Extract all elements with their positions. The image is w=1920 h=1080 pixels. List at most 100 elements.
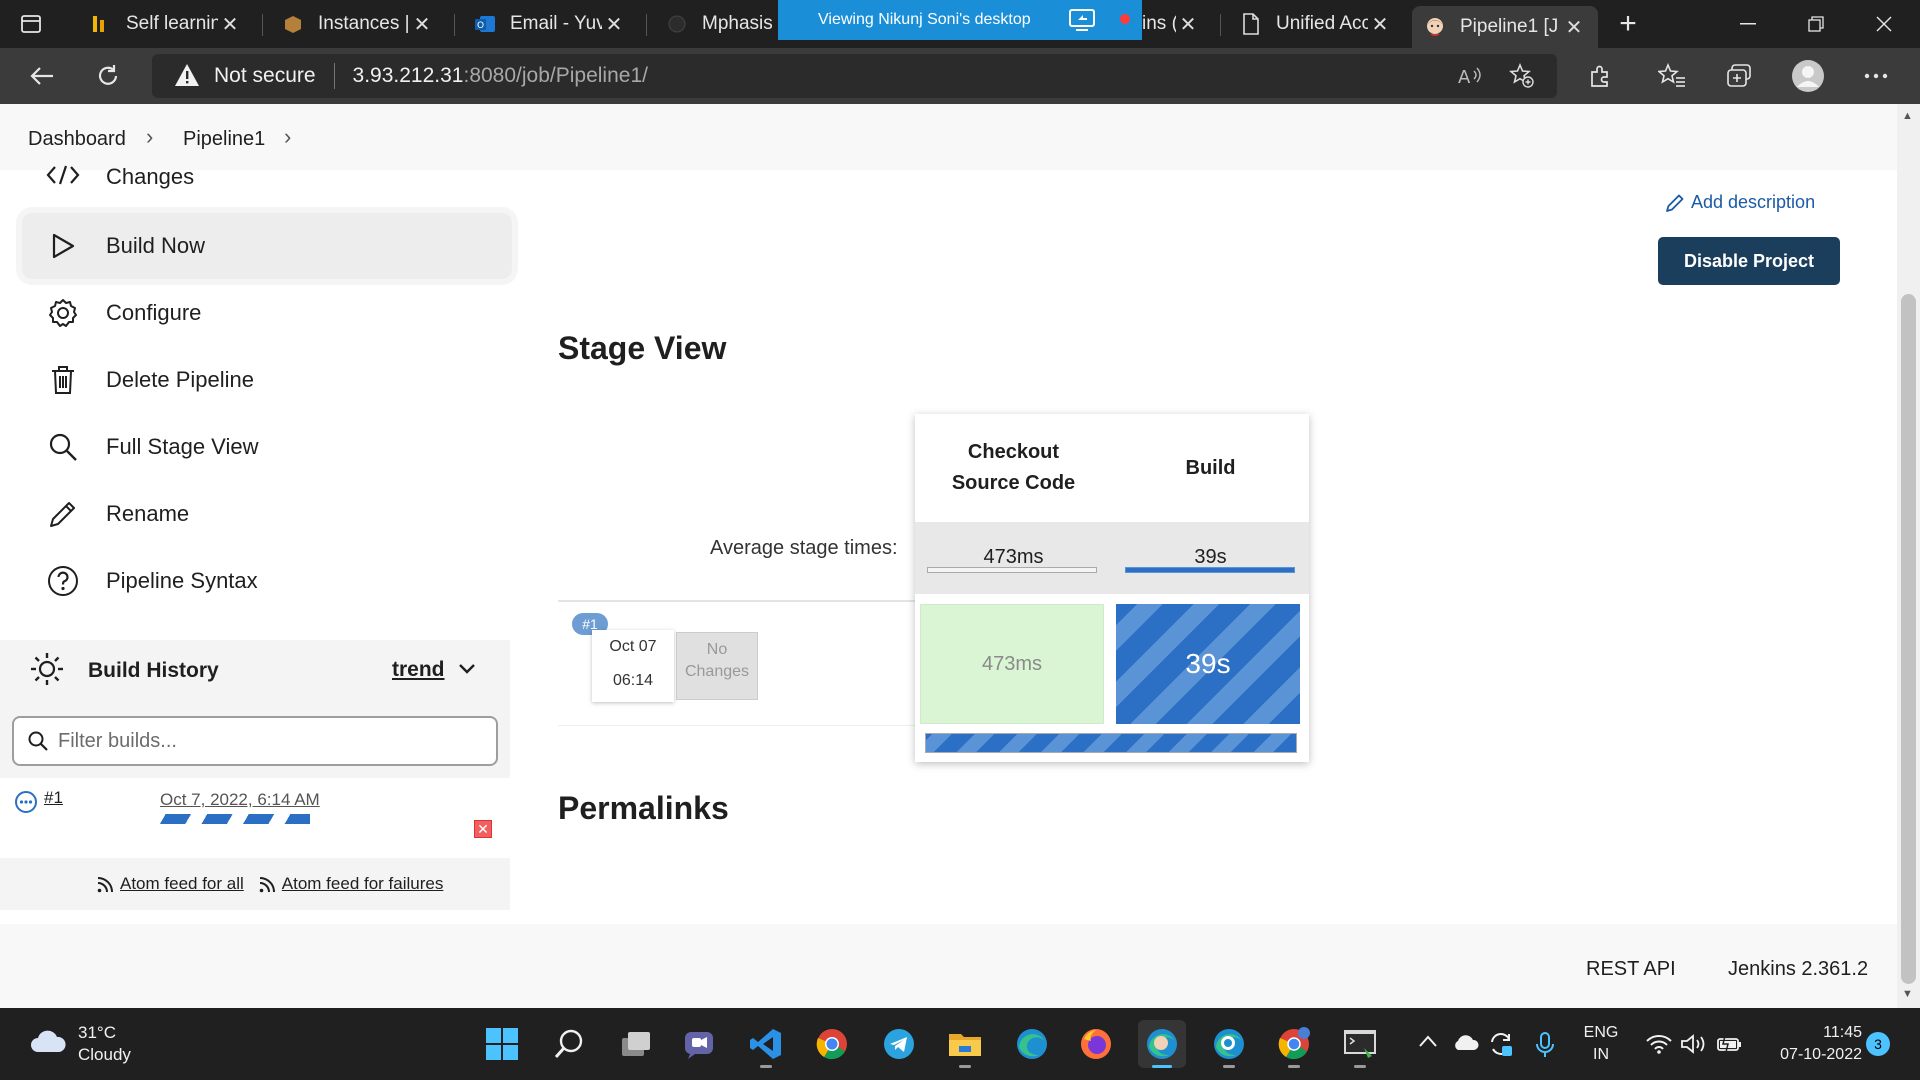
atom-feed-failures-link[interactable]: Atom feed for failures bbox=[282, 874, 444, 894]
chrome-icon[interactable] bbox=[808, 1020, 856, 1068]
jenkins-icon bbox=[1424, 16, 1446, 38]
build-progress-bar bbox=[160, 814, 310, 824]
tab-title: Instances | E bbox=[318, 13, 410, 34]
code-icon bbox=[46, 164, 80, 186]
stage-cell-running[interactable]: 39s bbox=[1116, 604, 1300, 724]
wifi-icon[interactable] bbox=[1646, 1034, 1672, 1059]
file-explorer-icon[interactable] bbox=[941, 1020, 989, 1068]
address-divider bbox=[333, 63, 335, 89]
notification-badge[interactable]: 3 bbox=[1866, 1032, 1890, 1056]
sidebar-item-full-stage-view[interactable]: Full Stage View bbox=[22, 414, 512, 480]
read-aloud-icon[interactable]: A bbox=[1448, 54, 1492, 98]
stage-header-build[interactable]: Build bbox=[1112, 414, 1309, 522]
sidebar-item-build-now[interactable]: Build Now bbox=[22, 213, 512, 279]
warning-icon[interactable] bbox=[174, 63, 200, 89]
sidebar-item-label: Full Stage View bbox=[106, 434, 259, 459]
scroll-down-icon[interactable]: ▼ bbox=[1902, 988, 1913, 1000]
add-description-link[interactable]: Add description bbox=[1665, 192, 1815, 213]
remote-desktop-icon[interactable] bbox=[1336, 1020, 1384, 1068]
edge-icon-active[interactable] bbox=[1138, 1020, 1186, 1068]
stage-header-checkout[interactable]: Checkout Source Code bbox=[915, 414, 1112, 522]
sync-icon[interactable] bbox=[1488, 1032, 1514, 1061]
build-history-row[interactable]: #1 Oct 7, 2022, 6:14 AM ✕ bbox=[0, 778, 510, 858]
volume-icon[interactable] bbox=[1680, 1034, 1708, 1059]
favorites-icon[interactable] bbox=[1652, 56, 1692, 96]
scrollbar-thumb[interactable] bbox=[1901, 294, 1916, 984]
new-tab-button[interactable]: + bbox=[1610, 7, 1646, 40]
weather-widget[interactable]: 31°C Cloudy bbox=[28, 1022, 131, 1066]
sidebar-item-delete-pipeline[interactable]: Delete Pipeline bbox=[22, 347, 512, 413]
stage-avg-bar bbox=[927, 567, 1097, 573]
clock[interactable]: 11:45 07-10-2022 bbox=[1752, 1022, 1862, 1066]
scroll-up-icon[interactable]: ▲ bbox=[1902, 110, 1913, 122]
firefox-icon[interactable] bbox=[1072, 1020, 1120, 1068]
task-view-button[interactable] bbox=[612, 1020, 660, 1068]
close-icon[interactable]: ✕ bbox=[1562, 15, 1586, 40]
refresh-button[interactable] bbox=[88, 56, 128, 96]
jenkins-version-link[interactable]: Jenkins 2.361.2 bbox=[1728, 958, 1868, 981]
close-icon[interactable]: ✕ bbox=[1176, 12, 1200, 37]
sidebar-item-rename[interactable]: Rename bbox=[22, 481, 512, 547]
add-favorite-icon[interactable] bbox=[1500, 54, 1544, 98]
vscode-icon[interactable] bbox=[742, 1020, 790, 1068]
browser-tab[interactable]: Instances | E ✕ bbox=[270, 6, 446, 42]
sidebar-item-pipeline-syntax[interactable]: Pipeline Syntax bbox=[22, 548, 512, 614]
close-window-button[interactable] bbox=[1852, 0, 1916, 48]
minimize-button[interactable] bbox=[1716, 0, 1780, 48]
microphone-icon[interactable] bbox=[1535, 1032, 1555, 1063]
browser-tab-active[interactable]: Pipeline1 [J ✕ bbox=[1412, 6, 1598, 48]
collections-icon[interactable] bbox=[1720, 56, 1760, 96]
stage-name-line1: Checkout bbox=[967, 441, 1060, 463]
edge-beta-icon[interactable] bbox=[1205, 1020, 1253, 1068]
extensions-icon[interactable] bbox=[1580, 56, 1620, 96]
chevron-down-icon[interactable] bbox=[458, 662, 476, 680]
browser-tab[interactable]: O Email - Yuva ✕ bbox=[462, 6, 638, 42]
browser-tab[interactable]: Mphasis- bbox=[654, 6, 784, 42]
chevron-up-icon[interactable] bbox=[1418, 1034, 1438, 1053]
security-status[interactable]: Not secure bbox=[214, 64, 316, 88]
trend-link[interactable]: trend bbox=[392, 658, 445, 682]
browser-tab[interactable]: ins ( ✕ bbox=[1142, 6, 1212, 42]
tab-title: Unified Acc bbox=[1276, 13, 1368, 34]
page-footer: REST API Jenkins 2.361.2 bbox=[0, 924, 1897, 1008]
teams-chat-icon[interactable] bbox=[675, 1020, 723, 1068]
rss-icon bbox=[258, 874, 278, 894]
build-date-link[interactable]: Oct 7, 2022, 6:14 AM bbox=[160, 790, 320, 810]
search-icon bbox=[28, 731, 48, 751]
stage-cell-success[interactable]: 473ms bbox=[920, 604, 1104, 724]
battery-icon[interactable] bbox=[1716, 1034, 1744, 1059]
screen-share-banner[interactable]: Viewing Nikunj Soni's desktop bbox=[778, 0, 1142, 40]
browser-tab[interactable]: Unified Acc ✕ bbox=[1228, 6, 1404, 42]
vertical-scrollbar[interactable]: ▲ ▼ bbox=[1897, 104, 1920, 1008]
search-button[interactable] bbox=[545, 1020, 593, 1068]
telegram-icon[interactable] bbox=[875, 1020, 923, 1068]
build-date-box[interactable]: Oct 07 06:14 bbox=[592, 630, 674, 702]
more-menu-icon[interactable] bbox=[1856, 56, 1896, 96]
address-bar[interactable]: Not secure 3.93.212.31 :8080/job/Pipelin… bbox=[152, 54, 1557, 98]
abort-build-icon[interactable]: ✕ bbox=[474, 820, 492, 838]
close-icon[interactable]: ✕ bbox=[1368, 12, 1392, 37]
chrome-profile-icon[interactable] bbox=[1270, 1020, 1318, 1068]
back-button[interactable] bbox=[22, 56, 62, 96]
close-icon[interactable]: ✕ bbox=[410, 12, 434, 37]
edge-icon[interactable] bbox=[1008, 1020, 1056, 1068]
filter-builds-field[interactable] bbox=[12, 716, 498, 766]
disable-project-button[interactable]: Disable Project bbox=[1658, 237, 1840, 285]
tab-actions-button[interactable] bbox=[8, 6, 62, 42]
rest-api-link[interactable]: REST API bbox=[1586, 958, 1676, 981]
language-indicator[interactable]: ENG IN bbox=[1578, 1022, 1624, 1066]
browser-tab[interactable]: Self learning ✕ bbox=[78, 6, 254, 42]
start-button[interactable] bbox=[478, 1020, 526, 1068]
restore-button[interactable] bbox=[1784, 0, 1848, 48]
close-icon[interactable]: ✕ bbox=[602, 12, 626, 37]
sidebar-item-configure[interactable]: Configure bbox=[22, 280, 512, 346]
filter-builds-input[interactable] bbox=[58, 729, 478, 753]
close-icon[interactable]: ✕ bbox=[218, 12, 242, 37]
sidebar-item-changes[interactable]: Changes bbox=[22, 146, 512, 210]
onedrive-cloud-icon[interactable] bbox=[1452, 1034, 1480, 1057]
atom-feed-all-link[interactable]: Atom feed for all bbox=[120, 874, 244, 894]
stage-avg-time: 473ms bbox=[915, 522, 1112, 594]
profile-avatar[interactable] bbox=[1788, 56, 1828, 96]
build-number-link[interactable]: #1 bbox=[44, 788, 63, 808]
windows-taskbar: 31°C Cloudy ENG IN 11:45 07-10-2022 bbox=[0, 1008, 1920, 1080]
